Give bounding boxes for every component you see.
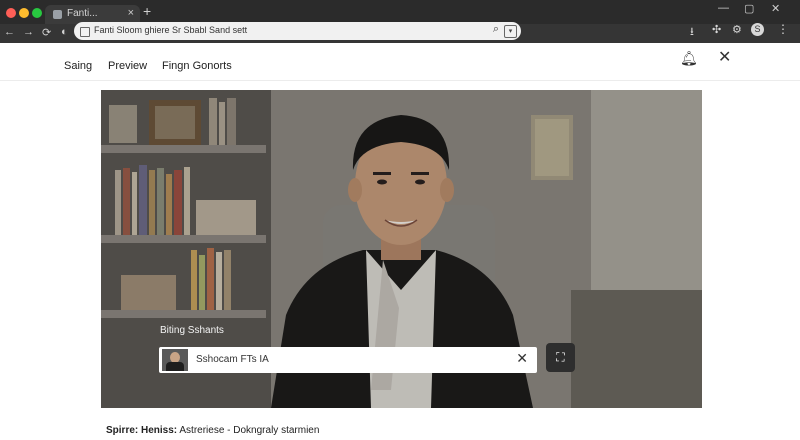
new-tab-button[interactable]: +: [143, 3, 151, 19]
nav-item-preview[interactable]: Preview: [108, 60, 147, 72]
thumbnail-body: [166, 362, 184, 371]
tab-favicon-icon: [53, 10, 62, 19]
search-icon[interactable]: ⌕: [493, 23, 499, 36]
extensions-icon[interactable]: ✣: [712, 23, 721, 36]
overlay-search-bar[interactable]: Sshocam FTs IA ✕: [159, 347, 537, 373]
restore-button[interactable]: ▢: [744, 2, 754, 15]
dropdown-icon[interactable]: ▾: [504, 25, 517, 38]
menu-icon[interactable]: ⋮: [777, 22, 789, 36]
caption-text: Astreriese - Dokngraly starmien: [179, 425, 320, 436]
close-icon[interactable]: ✕: [718, 47, 731, 67]
overlay-title: Biting Sshants: [160, 325, 224, 336]
fullscreen-icon[interactable]: ⛶: [546, 343, 575, 372]
nav-item-saing[interactable]: Saing: [64, 60, 92, 72]
video-player[interactable]: Biting Sshants Sshocam FTs IA ✕ ⛶: [101, 90, 702, 408]
tab-title: Fanti...: [67, 8, 98, 19]
header-divider: [0, 80, 800, 81]
forward-button[interactable]: →: [23, 26, 34, 38]
caption-label: Spirre: Heniss:: [106, 425, 178, 436]
address-text[interactable]: Fanti Sloom ghiere Sr Sbabl Sand sett: [94, 25, 247, 35]
browser-titlebar: Fanti... × + — ▢ ✕: [0, 0, 800, 24]
overlay-thumbnail: [162, 349, 188, 371]
minimize-window-light[interactable]: [19, 8, 29, 18]
caption: Spirre: Heniss: Astreriese - Dokngraly s…: [106, 425, 319, 436]
bell-icon[interactable]: 🔔︎: [680, 50, 698, 67]
overlay-close-icon[interactable]: ✕: [516, 350, 528, 367]
minimize-button[interactable]: —: [718, 2, 729, 14]
close-window-light[interactable]: [6, 8, 16, 18]
profile-icon[interactable]: S: [751, 23, 764, 36]
reload-button[interactable]: ⟳: [42, 26, 51, 39]
site-info-icon[interactable]: ◐: [61, 26, 68, 38]
download-icon[interactable]: ⭳: [690, 23, 694, 42]
overlay-text[interactable]: Sshocam FTs IA: [196, 354, 269, 365]
address-bar[interactable]: Fanti Sloom ghiere Sr Sbabl Sand sett ⌕ …: [74, 22, 521, 40]
maximize-window-light[interactable]: [32, 8, 42, 18]
nav-item-fingn-gonorts[interactable]: Fingn Gonorts: [162, 60, 232, 72]
back-button[interactable]: ←: [4, 26, 15, 38]
close-window-button[interactable]: ✕: [771, 2, 780, 15]
settings-icon[interactable]: ⚙: [732, 23, 742, 36]
page-icon: [80, 27, 90, 37]
tab-close-icon[interactable]: ×: [128, 7, 134, 19]
